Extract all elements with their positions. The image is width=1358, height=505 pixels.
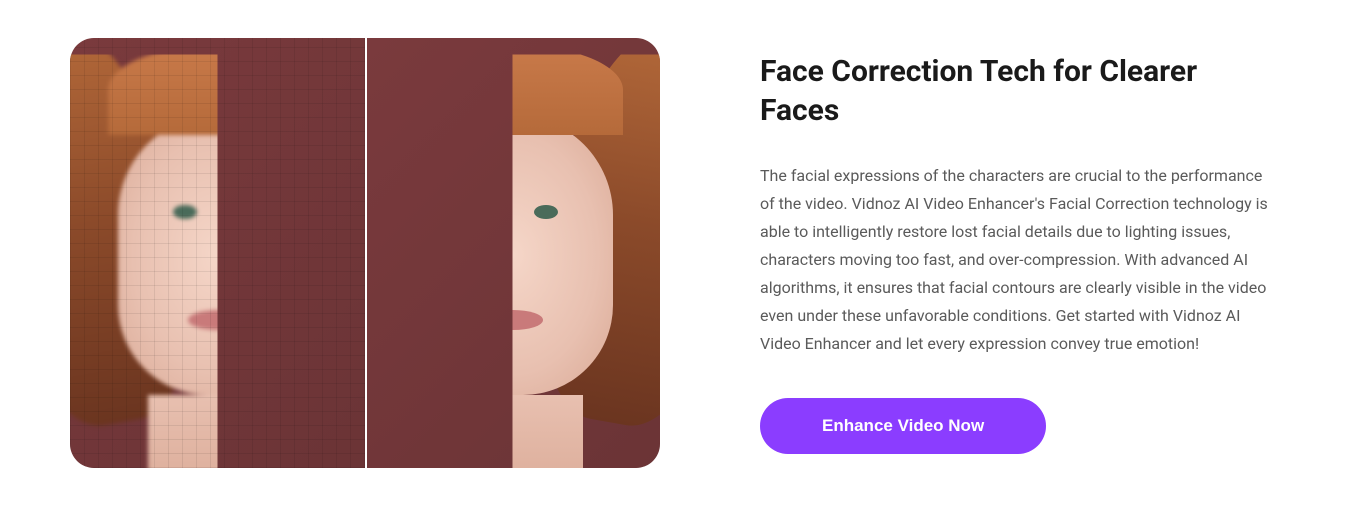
feature-description: The facial expressions of the characters… [760,162,1280,358]
before-after-comparison-image [70,38,660,468]
comparison-divider [365,38,367,468]
feature-content: Face Correction Tech for Clearer Faces T… [760,52,1280,454]
after-image-clear [365,38,660,468]
feature-heading: Face Correction Tech for Clearer Faces [760,52,1280,130]
before-image-pixelated [70,38,365,468]
enhance-video-button[interactable]: Enhance Video Now [760,398,1046,454]
